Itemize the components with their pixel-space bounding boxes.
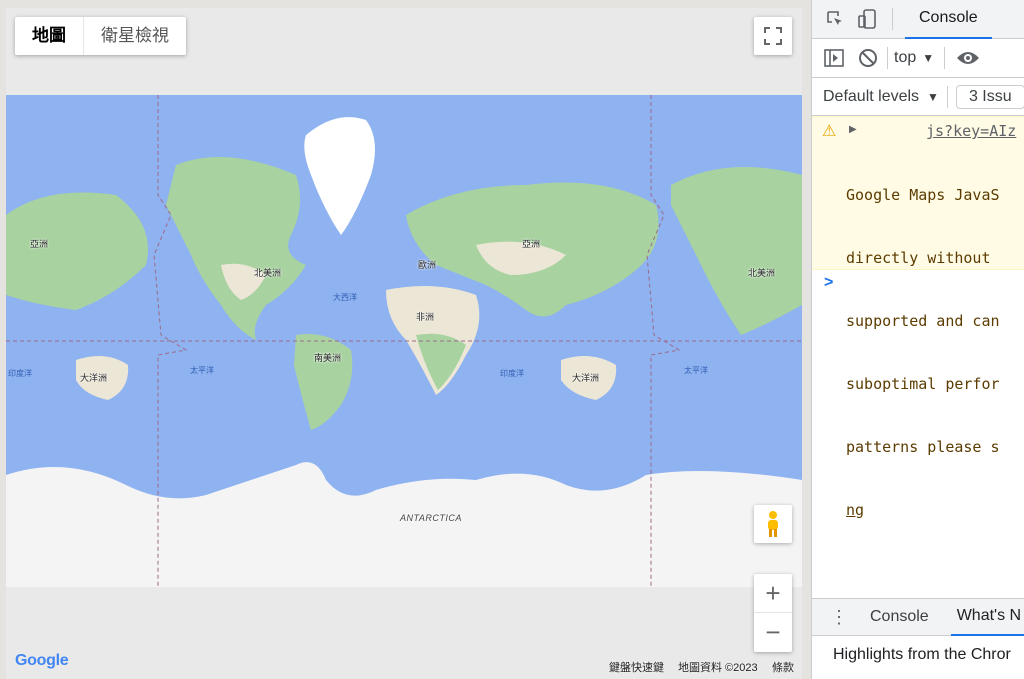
devtools-panel: Console top ▼ Default levels ▼ 3 Issu ⚠ … [811,0,1024,679]
warning-icon: ⚠ [822,123,837,140]
fullscreen-icon [764,27,782,45]
live-expression-eye-icon[interactable] [955,45,981,71]
label-africa: 非洲 [416,312,435,322]
issues-button[interactable]: 3 Issu [955,84,1024,109]
google-map[interactable]: 亞洲 北美洲 歐洲 亞洲 北美洲 非洲 南美洲 大洋洲 大洋洲 ANTARCTI… [0,0,811,679]
zoom-out-button[interactable]: − [754,613,792,651]
street-view-pegman-button[interactable] [754,505,792,543]
warning-line: supported and can [846,312,1000,330]
label-indian: 印度洋 [500,369,524,378]
label-antarctica: ANTARCTICA [400,513,462,523]
context-selector[interactable]: top ▼ [894,49,934,67]
zoom-control: + − [754,574,792,652]
toolbar-divider [946,85,948,108]
source-link[interactable]: js?key=AIz [926,121,1016,142]
map-type-control: 地圖 衛星檢視 [15,17,186,55]
map-type-satellite-button[interactable]: 衛星檢視 [84,17,186,55]
toolbar-divider [887,47,888,69]
terms-link[interactable]: 條款 [772,659,794,675]
label-indian-left: 印度洋 [8,369,32,378]
inspect-element-icon[interactable] [822,6,848,32]
warning-line[interactable]: ng [846,500,1000,521]
pegman-icon [768,511,778,537]
label-atlantic: 大西洋 [333,293,357,302]
fullscreen-button[interactable] [754,17,792,55]
drawer-menu-icon[interactable]: ⋮ [830,607,848,628]
keyboard-shortcuts-link[interactable]: 鍵盤快速鍵 [609,659,664,675]
expand-arrow-icon[interactable]: ▶ [849,124,857,135]
label-asia: 亞洲 [522,239,541,249]
drawer-tab-console[interactable]: Console [870,608,929,626]
toolbar-divider [892,8,893,30]
console-warning-message: ⚠ ▶ js?key=AIz Google Maps JavaS directl… [812,116,1024,519]
console-filter-bar: Default levels ▼ 3 Issu [812,78,1024,116]
console-prompt[interactable]: > [824,274,833,292]
label-oceania: 大洋洲 [572,373,600,383]
label-north-america: 北美洲 [254,268,282,278]
warning-line: patterns please s [846,438,1000,456]
zoom-in-button[interactable]: + [754,575,792,613]
label-south-america: 南美洲 [314,353,342,363]
log-levels-dropdown[interactable]: Default levels ▼ [823,88,939,106]
toolbar-divider [944,47,946,69]
warning-line: suboptimal perfor [846,375,1000,393]
label-asia-left: 亞洲 [30,239,49,249]
dropdown-arrow-icon: ▼ [922,51,935,65]
label-oceania-left: 大洋洲 [80,373,108,383]
google-logo[interactable]: Google [15,652,69,670]
drawer-highlights-text: Highlights from the Chror [833,646,1011,663]
warning-line: directly without [846,249,991,267]
label-north-america-right: 北美洲 [748,268,776,278]
clear-console-icon[interactable] [855,45,881,71]
tab-console[interactable]: Console [905,0,992,39]
device-toolbar-icon[interactable] [854,6,880,32]
context-label: top [894,49,917,66]
dropdown-arrow-icon: ▼ [927,89,939,104]
devtools-main-toolbar: Console [812,0,1024,39]
map-data-attribution: 地圖資料 ©2023 [678,662,758,674]
drawer-tabbar: ⋮ Console What's N [812,598,1024,636]
map-type-roadmap-button[interactable]: 地圖 [15,17,84,55]
label-pacific-right: 太平洋 [684,366,708,375]
warning-text: Google Maps JavaS directly without suppo… [846,143,1000,563]
log-levels-label: Default levels [823,87,920,105]
drawer-tab-whats-new[interactable]: What's N [950,598,1024,636]
label-pacific-left: 太平洋 [190,366,214,375]
label-europe: 歐洲 [418,260,437,270]
sidebar-toggle-icon[interactable] [821,45,847,71]
warning-line: Google Maps JavaS [846,186,1000,204]
console-toolbar: top ▼ [812,39,1024,78]
